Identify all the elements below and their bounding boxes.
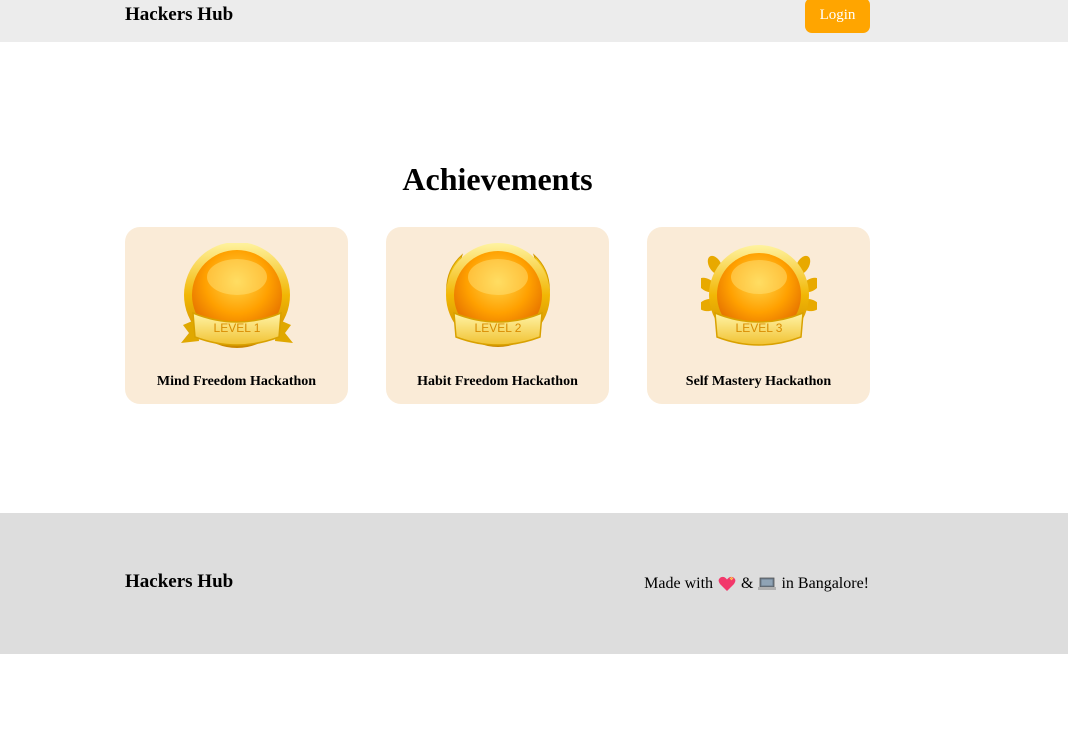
brand-logo[interactable]: Hackers Hub [125,3,233,27]
made-with-text: Made with [644,575,714,592]
footer-brand: Hackers Hub [125,571,234,592]
achievement-label: Habit Freedom Hackathon [417,374,578,389]
laptop-icon [758,577,777,590]
medal-level-text: LEVEL 2 [475,321,522,335]
medal-level-text: LEVEL 3 [736,321,783,335]
achievement-card-mind-freedom: LEVEL 1 Mind Freedom Hackathon [125,227,348,404]
achievement-card-self-mastery: LEVEL 3 Self Mastery Hackathon [647,227,870,404]
achievement-label: Mind Freedom Hackathon [156,374,317,389]
footer: Hackers Hub Made with & in Bangalore! [0,513,1068,654]
and-text: & [741,575,754,592]
footer-credit: Made with & in Bangalore! [644,573,869,595]
level-1-medal-icon: LEVEL 1 [181,243,293,348]
login-button[interactable]: Login [805,0,870,33]
heart-icon [718,576,736,591]
achievement-card-habit-freedom: LEVEL 2 Habit Freedom Hackathon [386,227,609,404]
medal-level-text: LEVEL 1 [214,321,261,335]
page-title: Achievements [402,161,593,197]
achievement-label: Self Mastery Hackathon [685,374,832,389]
navbar: Hackers Hub Login [0,0,1068,42]
location-text: in Bangalore! [781,575,869,592]
level-3-medal-icon: LEVEL 3 [701,245,817,346]
level-2-medal-icon: LEVEL 2 [446,243,550,347]
